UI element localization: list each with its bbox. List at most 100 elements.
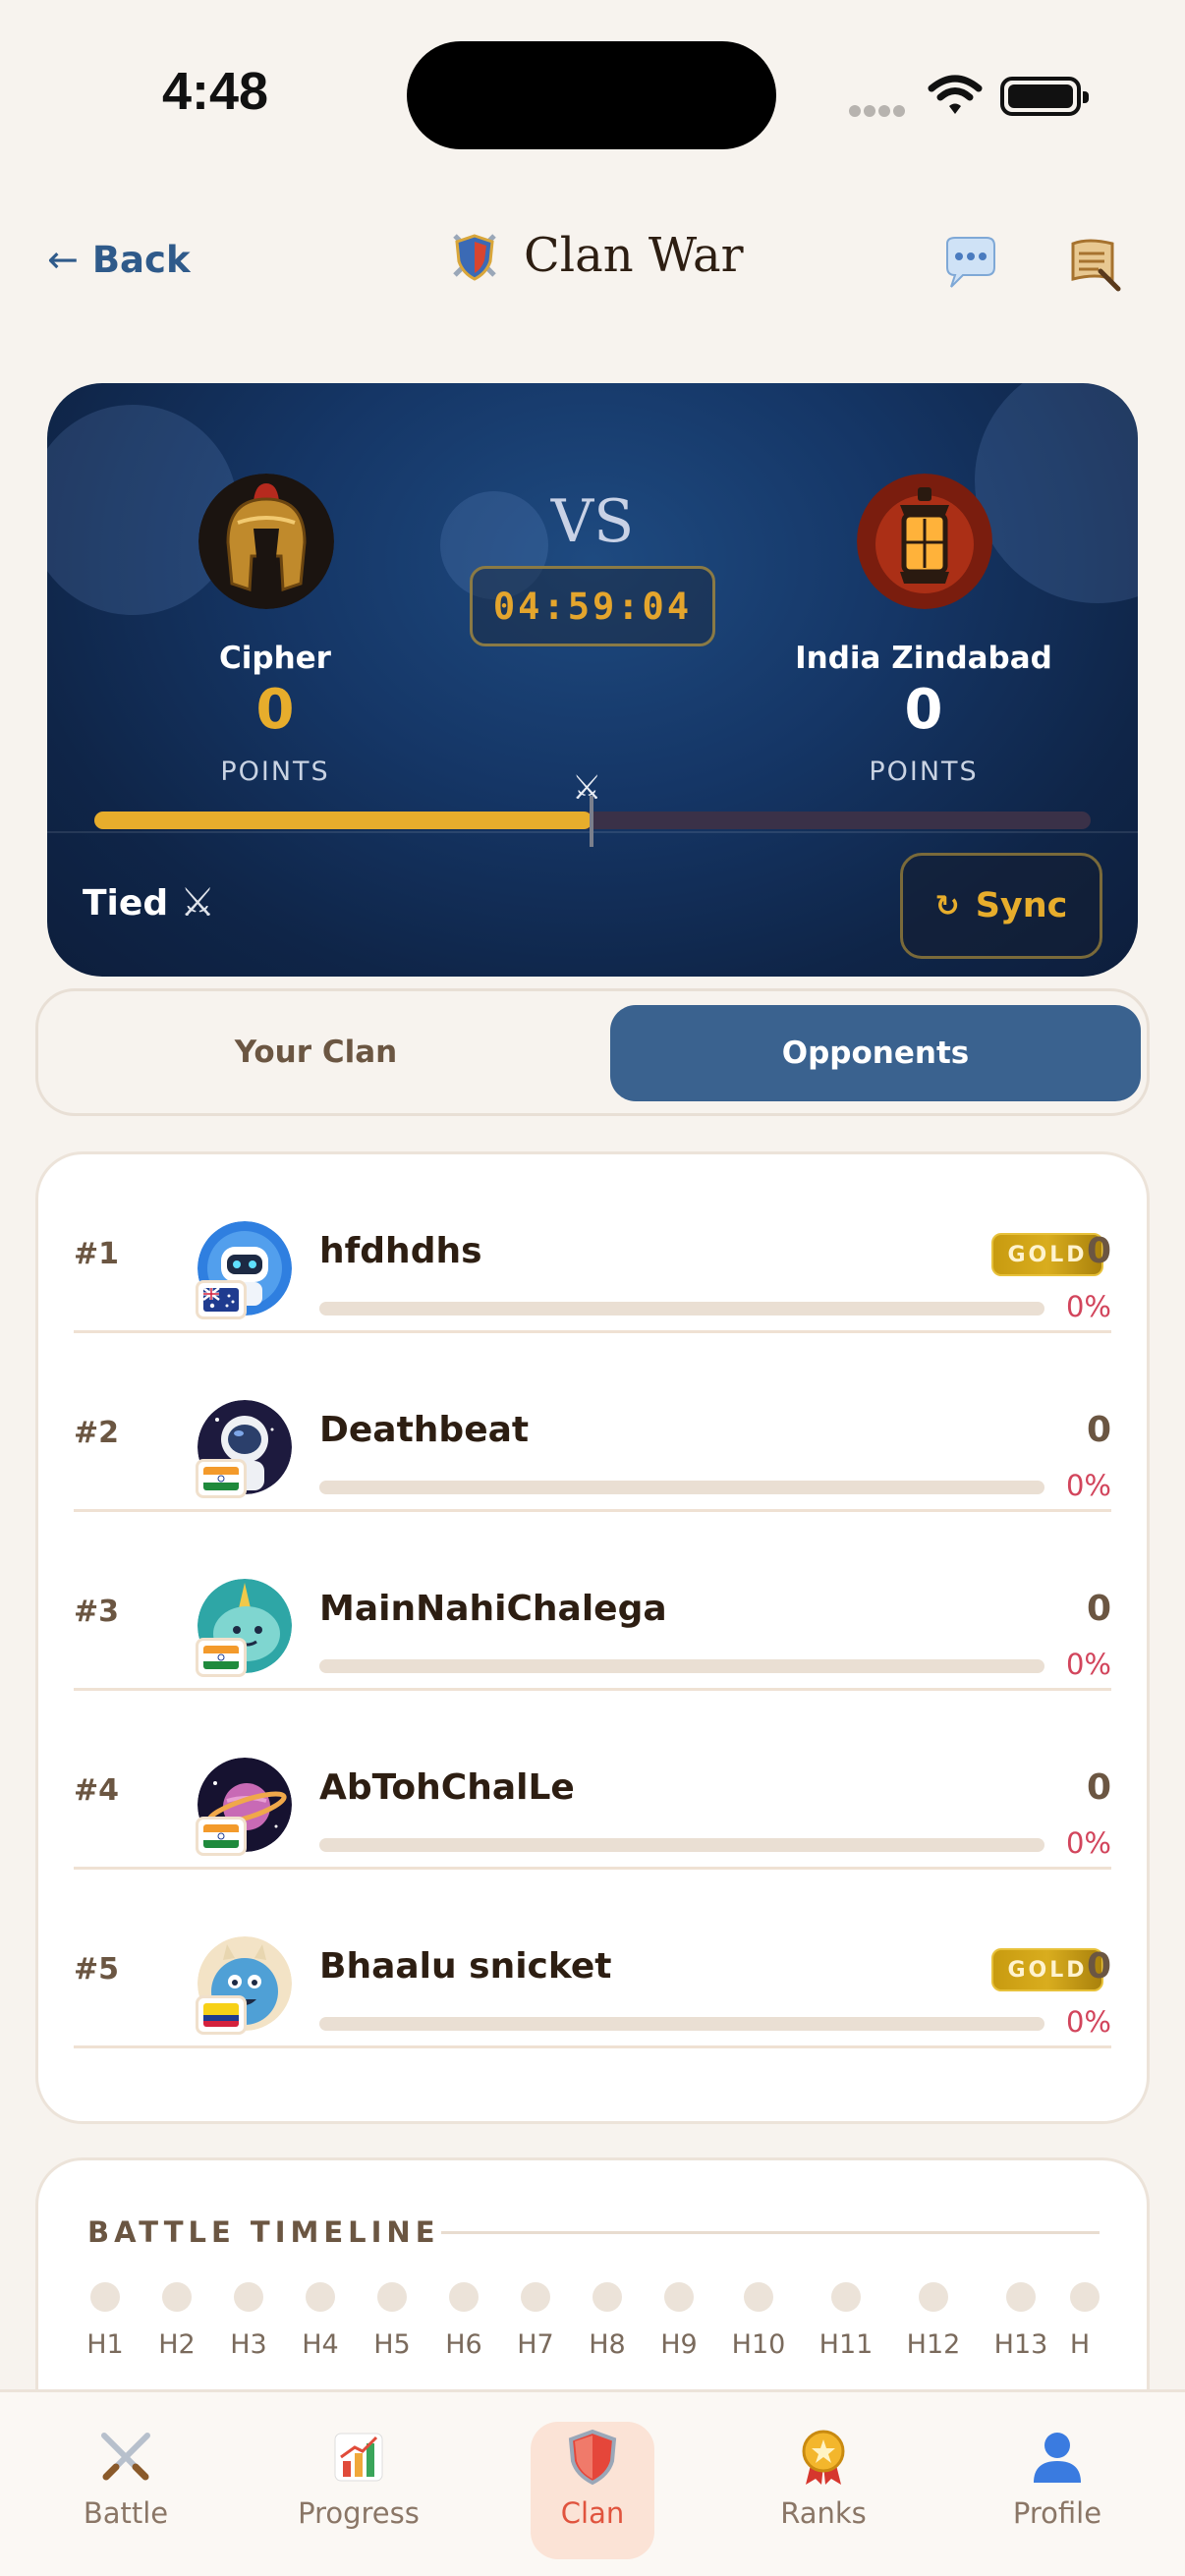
nav-ranks[interactable]: Ranks <box>735 2426 912 2530</box>
crossed-swords-icon: ⚔ <box>180 880 215 925</box>
clan-points-label-left: POINTS <box>220 756 330 787</box>
timeline-dot <box>234 2282 263 2312</box>
player-percent: 0% <box>1065 2005 1111 2039</box>
timeline-hour[interactable]: H12 <box>889 2282 978 2360</box>
timeline-dot <box>449 2282 479 2312</box>
player-row[interactable]: #4 AbTohChalLe 0 0% <box>74 1691 1111 1870</box>
timeline-dot <box>90 2282 120 2312</box>
player-percent: 0% <box>1065 1290 1111 1323</box>
player-rank: #5 <box>74 1952 120 1987</box>
player-progress-bar <box>319 1838 1044 1852</box>
crossed-swords-icon <box>37 2426 214 2489</box>
shield-icon <box>504 2426 681 2489</box>
flag-india-icon <box>196 1638 247 1677</box>
timeline-hour-label: H <box>1069 2329 1091 2360</box>
nav-label: Battle <box>83 2496 169 2530</box>
dynamic-island <box>407 41 776 149</box>
player-progress-bar <box>319 2017 1044 2031</box>
timeline-dot <box>162 2282 192 2312</box>
timeline-title-rule <box>441 2231 1100 2234</box>
back-button[interactable]: ← Back <box>47 238 191 281</box>
user-icon <box>969 2426 1146 2489</box>
sync-label: Sync <box>975 886 1068 925</box>
clan-tabs: Your Clan Opponents <box>35 988 1150 1116</box>
timeline-hour[interactable]: H9 <box>635 2282 723 2360</box>
nav-battle[interactable]: Battle <box>37 2426 214 2530</box>
sync-button[interactable]: ↻ Sync <box>900 853 1102 959</box>
clan-name-left: Cipher <box>219 641 331 676</box>
player-score: 0 <box>1086 1410 1111 1450</box>
nav-progress[interactable]: Progress <box>270 2426 447 2530</box>
timeline-hour-label: H9 <box>660 2329 698 2360</box>
timeline-hour-label: H10 <box>731 2329 786 2360</box>
nav-label: Ranks <box>780 2496 867 2530</box>
flag-colombia-icon <box>196 1995 247 2035</box>
bar-chart-icon <box>270 2426 447 2489</box>
row-divider <box>74 2045 1111 2048</box>
timeline-dot <box>1006 2282 1036 2312</box>
flag-india-icon <box>196 1459 247 1498</box>
player-score: 0 <box>1086 1589 1111 1629</box>
player-rank: #3 <box>74 1595 120 1629</box>
player-score: 0 <box>1086 1231 1111 1271</box>
war-status: Tied ⚔ <box>83 880 215 925</box>
clan-score-right: 0 <box>904 678 943 742</box>
tab-your-clan[interactable]: Your Clan <box>38 991 593 1113</box>
timeline-dot <box>306 2282 335 2312</box>
war-timer: 04:59:04 <box>470 566 715 646</box>
player-name: MainNahiChalega <box>319 1589 667 1629</box>
battle-card: Cipher 0 POINTS VS 04:59:04 India Zindab… <box>47 383 1138 977</box>
players-card: #1 hfdhdhs GOLD 0 0% #2 Deathbeat 0 0% #… <box>35 1151 1150 2124</box>
clan-points-label-right: POINTS <box>869 756 979 787</box>
page-title: Clan War <box>524 228 744 283</box>
player-progress-bar <box>319 1302 1044 1316</box>
player-percent: 0% <box>1065 1648 1111 1681</box>
player-name: Bhaalu snicket <box>319 1946 612 1987</box>
timeline-title: BATTLE TIMELINE <box>87 2215 440 2249</box>
nav-label: Progress <box>298 2496 420 2530</box>
player-name: hfdhdhs <box>319 1231 482 1271</box>
war-status-label: Tied <box>83 882 169 924</box>
player-rank: #4 <box>74 1773 120 1808</box>
timeline-dot <box>664 2282 694 2312</box>
player-name: Deathbeat <box>319 1410 530 1450</box>
clan-avatar-right[interactable] <box>857 474 992 609</box>
player-row[interactable]: #2 Deathbeat 0 0% <box>74 1333 1111 1512</box>
player-rank: #1 <box>74 1237 120 1271</box>
flag-india-icon <box>196 1817 247 1856</box>
clan-score-left: 0 <box>255 678 295 742</box>
cellular-signal-icon <box>849 102 908 117</box>
player-row[interactable]: #3 MainNahiChalega 0 0% <box>74 1512 1111 1691</box>
sync-icon: ↻ <box>934 888 960 924</box>
timeline-hour-label: H11 <box>818 2329 874 2360</box>
timeline-dot <box>1070 2282 1100 2312</box>
player-progress-bar <box>319 1659 1044 1673</box>
player-percent: 0% <box>1065 1826 1111 1860</box>
timeline-dot <box>377 2282 407 2312</box>
nav-profile[interactable]: Profile <box>969 2426 1146 2530</box>
timeline-hour[interactable]: H10 <box>714 2282 803 2360</box>
timeline-dot <box>831 2282 861 2312</box>
nav-clan[interactable]: Clan <box>504 2426 681 2530</box>
player-row[interactable]: #5 Bhaalu snicket GOLD 0 0% <box>74 1870 1111 2048</box>
tab-opponents[interactable]: Opponents <box>610 1005 1141 1101</box>
timeline-hour-label: H12 <box>906 2329 961 2360</box>
page-header: Clan War <box>447 228 744 283</box>
player-score: 0 <box>1086 1767 1111 1808</box>
scroll-icon[interactable] <box>1061 232 1124 295</box>
back-arrow-icon: ← <box>47 238 79 281</box>
player-rank: #2 <box>74 1416 120 1450</box>
status-time: 4:48 <box>162 62 269 121</box>
lantern-icon <box>857 474 992 609</box>
player-progress-bar <box>319 1481 1044 1494</box>
wifi-icon <box>928 75 983 114</box>
timeline-dot <box>919 2282 948 2312</box>
timeline-hour[interactable]: H11 <box>802 2282 890 2360</box>
battery-icon <box>1000 77 1089 116</box>
timeline-hour[interactable]: H <box>1050 2282 1109 2360</box>
player-row[interactable]: #1 hfdhdhs GOLD 0 0% <box>74 1154 1111 1333</box>
chat-bubble-icon[interactable] <box>941 236 998 291</box>
back-label: Back <box>91 238 191 281</box>
shield-swords-icon <box>453 234 496 281</box>
timeline-dot <box>744 2282 773 2312</box>
